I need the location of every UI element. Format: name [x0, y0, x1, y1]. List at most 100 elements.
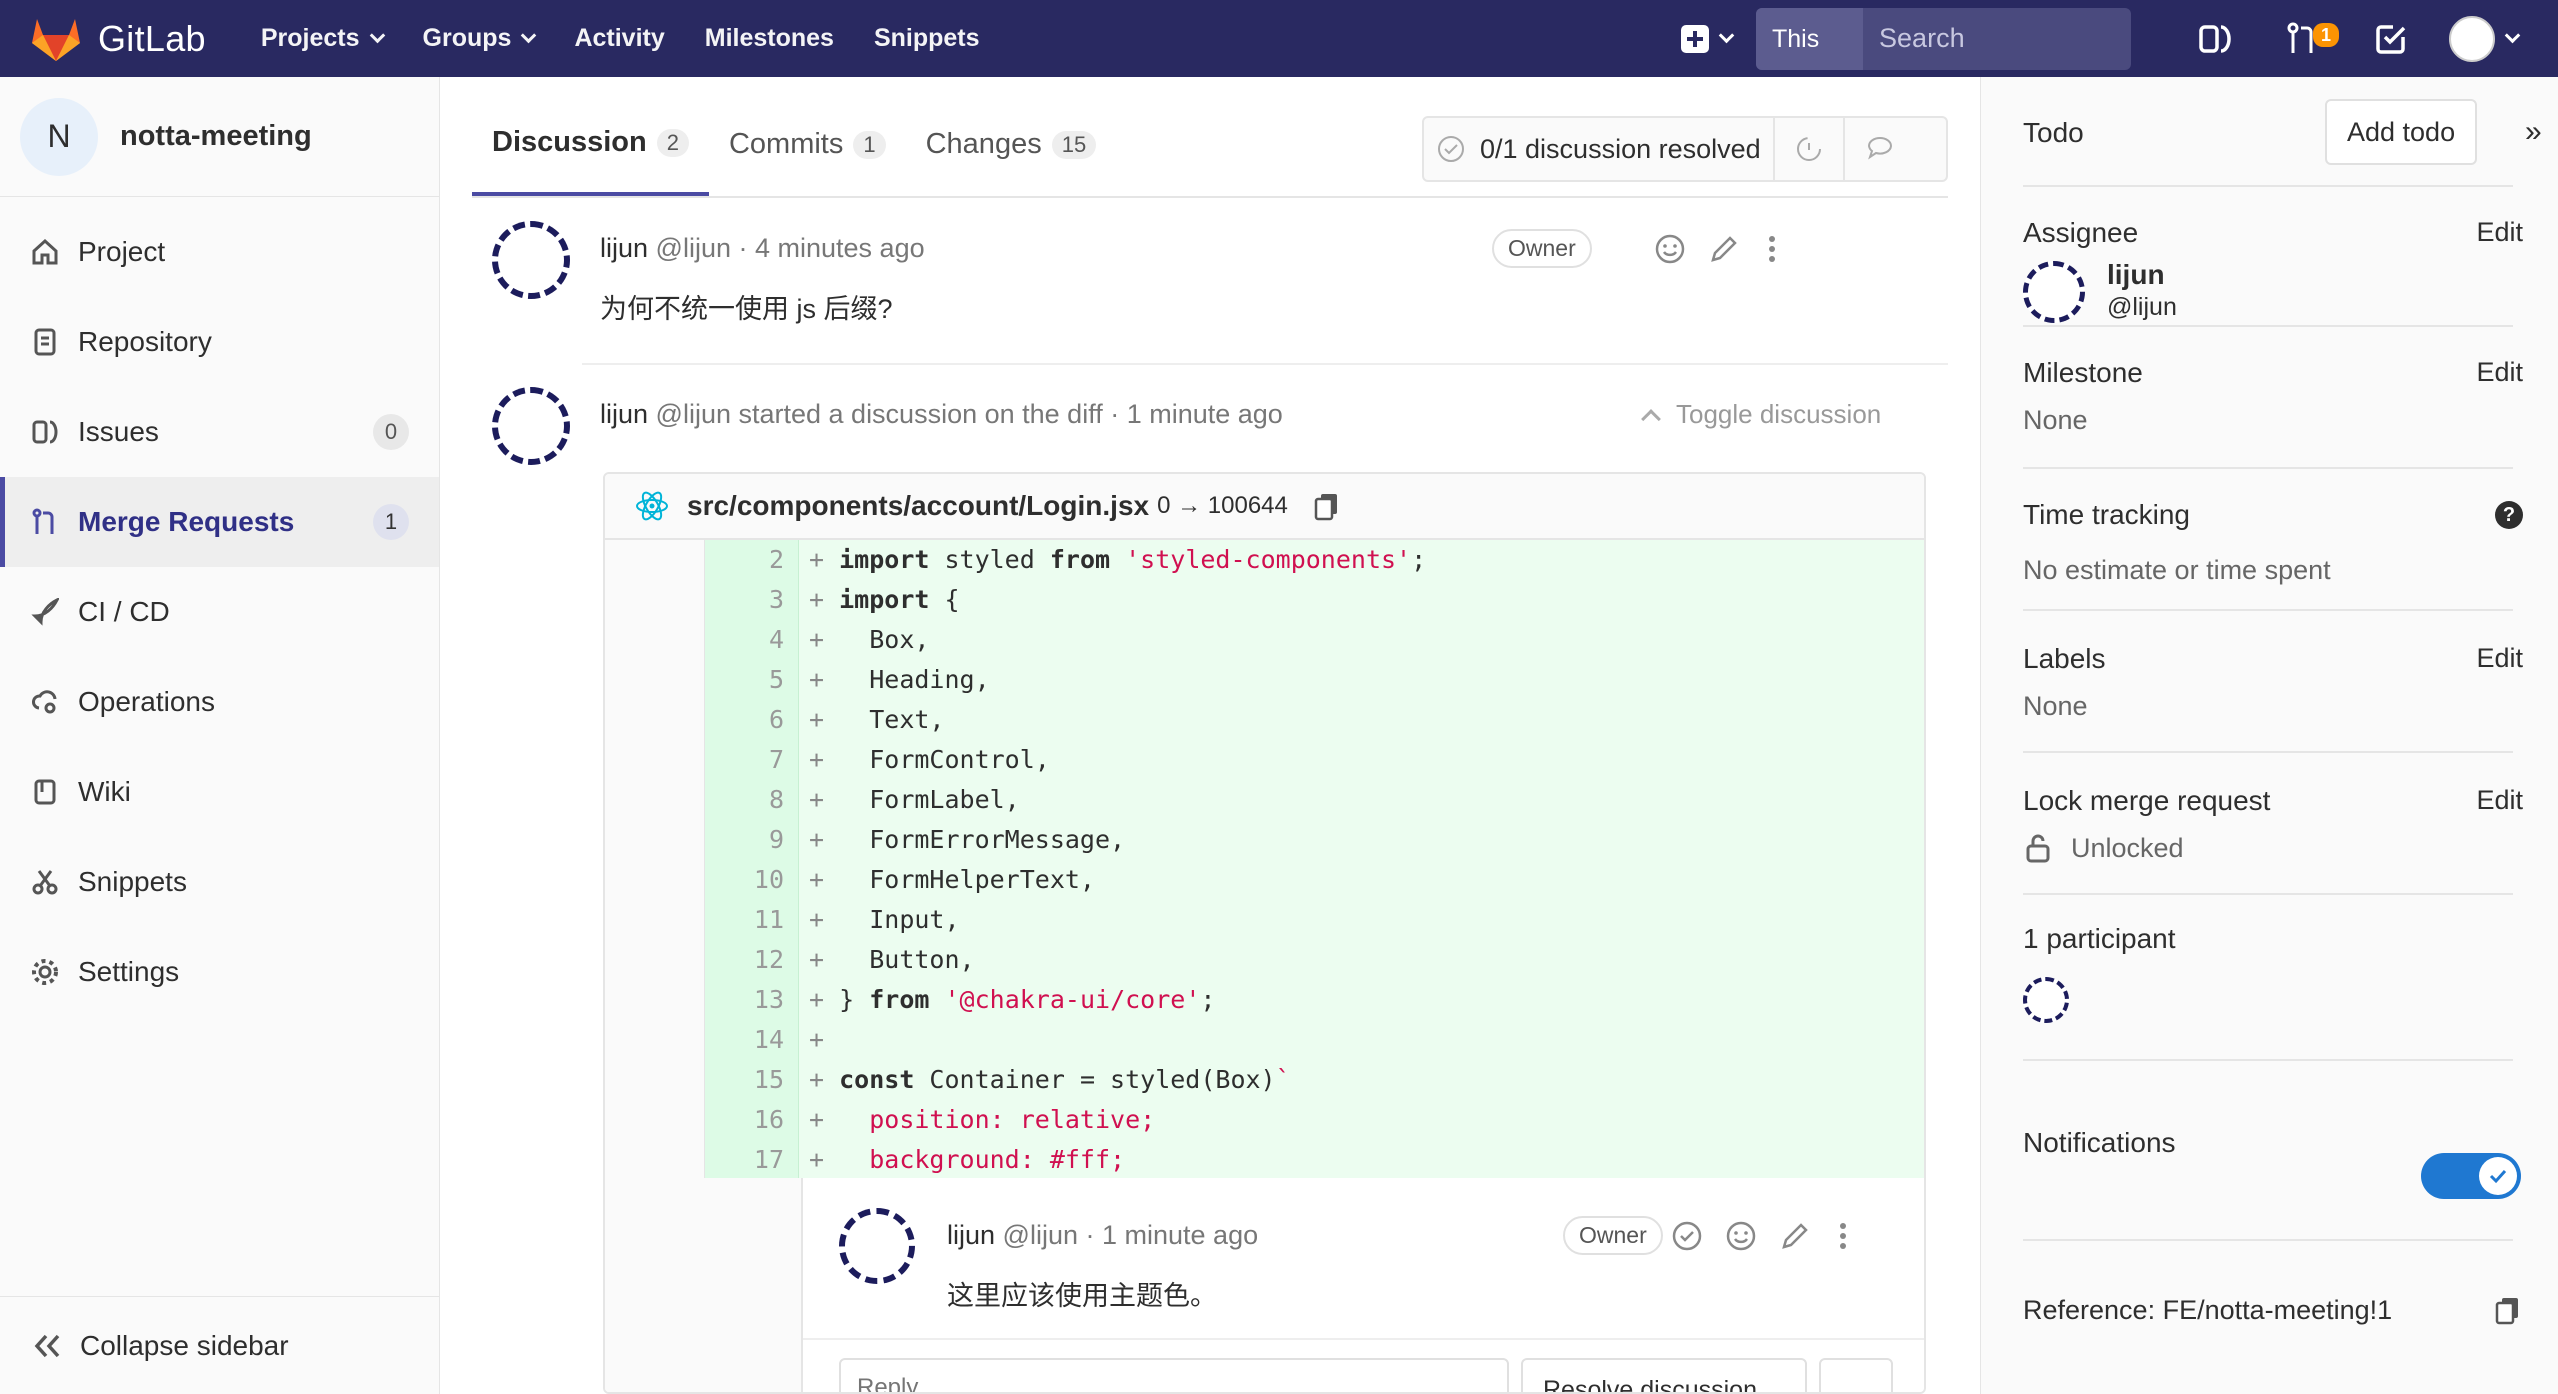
- sidebar-item-ci-cd[interactable]: CI / CD: [0, 567, 439, 657]
- note-author-name[interactable]: lijun: [600, 399, 648, 429]
- labels-edit-link[interactable]: Edit: [2476, 643, 2523, 674]
- tab-changes[interactable]: Changes 15: [906, 93, 1117, 196]
- todos-nav-button[interactable]: [2373, 21, 2409, 57]
- project-header[interactable]: N notta-meeting: [0, 77, 439, 197]
- new-line-number[interactable]: 9: [705, 820, 799, 860]
- diff-line: 5 + Heading,: [605, 660, 1924, 700]
- nav-milestones[interactable]: Milestones: [705, 24, 834, 53]
- note-author-name[interactable]: lijun: [600, 233, 648, 263]
- more-actions-icon[interactable]: [1756, 233, 1788, 265]
- new-line-number[interactable]: 12: [705, 940, 799, 980]
- note-time[interactable]: · 4 minutes ago: [739, 233, 925, 263]
- old-line-number[interactable]: [605, 980, 705, 1020]
- milestone-edit-link[interactable]: Edit: [2476, 357, 2523, 388]
- old-line-number[interactable]: [605, 580, 705, 620]
- avatar[interactable]: [839, 1208, 915, 1284]
- copy-icon[interactable]: [1312, 491, 1342, 521]
- sidebar-item-repository[interactable]: Repository: [0, 297, 439, 387]
- note-author-handle[interactable]: @lijun: [656, 233, 731, 263]
- notifications-toggle[interactable]: [2421, 1153, 2521, 1199]
- emoji-icon[interactable]: [1725, 1220, 1757, 1252]
- nav-snippets[interactable]: Snippets: [874, 24, 980, 53]
- toggle-discussion-button[interactable]: Toggle discussion: [1641, 399, 1881, 430]
- question-icon[interactable]: ?: [2495, 501, 2523, 529]
- old-line-number[interactable]: [605, 620, 705, 660]
- assignee-edit-link[interactable]: Edit: [2476, 217, 2523, 248]
- avatar[interactable]: [492, 221, 570, 299]
- note-author-name[interactable]: lijun: [947, 1220, 995, 1250]
- lock-edit-link[interactable]: Edit: [2476, 785, 2523, 816]
- emoji-icon[interactable]: [1654, 233, 1686, 265]
- sidebar-item-snippets[interactable]: Snippets: [0, 837, 439, 927]
- new-line-number[interactable]: 15: [705, 1060, 799, 1100]
- sidebar-item-wiki[interactable]: Wiki: [0, 747, 439, 837]
- old-line-number[interactable]: [605, 820, 705, 860]
- new-line-number[interactable]: 11: [705, 900, 799, 940]
- new-line-number[interactable]: 10: [705, 860, 799, 900]
- new-line-number[interactable]: 5: [705, 660, 799, 700]
- new-line-number[interactable]: 8: [705, 780, 799, 820]
- old-line-number[interactable]: [605, 540, 705, 580]
- gitlab-logo[interactable]: GitLab: [30, 15, 206, 63]
- nav-groups[interactable]: Groups: [423, 24, 537, 53]
- more-actions-icon[interactable]: [1827, 1220, 1859, 1252]
- old-line-number[interactable]: [605, 660, 705, 700]
- old-line-number[interactable]: [605, 1020, 705, 1060]
- new-line-number[interactable]: 7: [705, 740, 799, 780]
- old-line-number[interactable]: [605, 1100, 705, 1140]
- old-line-number[interactable]: [605, 700, 705, 740]
- new-issue-discussions-button[interactable]: [1845, 118, 1915, 180]
- nav-projects[interactable]: Projects: [261, 24, 385, 53]
- new-line-number[interactable]: 16: [705, 1100, 799, 1140]
- diff-file-name[interactable]: src/components/account/Login.jsx: [687, 490, 1149, 522]
- user-menu[interactable]: [2449, 15, 2521, 62]
- pencil-icon[interactable]: [1708, 233, 1740, 265]
- participants-title: 1 participant: [2023, 923, 2176, 954]
- tab-commits[interactable]: Commits 1: [709, 93, 906, 196]
- tab-discussion[interactable]: Discussion 2: [472, 93, 709, 196]
- diff-line: 15 + const Container = styled(Box)`: [605, 1060, 1924, 1100]
- resolve-check-icon[interactable]: [1671, 1220, 1703, 1252]
- resolve-discussion-button[interactable]: Resolve discussion: [1521, 1358, 1807, 1392]
- sidebar-item-operations[interactable]: Operations: [0, 657, 439, 747]
- old-line-number[interactable]: [605, 740, 705, 780]
- sidebar-item-merge-requests[interactable]: Merge Requests 1: [0, 477, 439, 567]
- sidebar-item-settings[interactable]: Settings: [0, 927, 439, 1017]
- note-author-handle[interactable]: @lijun: [1003, 1220, 1078, 1250]
- new-line-number[interactable]: 3: [705, 580, 799, 620]
- new-line-number[interactable]: 17: [705, 1140, 799, 1180]
- merge-requests-nav-button[interactable]: 1: [2285, 21, 2340, 57]
- avatar[interactable]: [492, 387, 570, 465]
- resolve-to-issue-button[interactable]: [1819, 1358, 1893, 1392]
- sidebar-item-project[interactable]: Project: [0, 207, 439, 297]
- new-line-number[interactable]: 6: [705, 700, 799, 740]
- sidebar-item-issues[interactable]: Issues 0: [0, 387, 439, 477]
- expand-sidebar-icon[interactable]: »: [2525, 115, 2542, 149]
- pencil-icon[interactable]: [1779, 1220, 1811, 1252]
- search-scope[interactable]: This project: [1756, 7, 1864, 115]
- old-line-number[interactable]: [605, 1060, 705, 1100]
- old-line-number[interactable]: [605, 860, 705, 900]
- old-line-number[interactable]: [605, 900, 705, 940]
- copy-icon[interactable]: [2493, 1295, 2523, 1325]
- old-line-number[interactable]: [605, 1140, 705, 1180]
- nav-activity[interactable]: Activity: [574, 24, 664, 53]
- new-line-number[interactable]: 13: [705, 980, 799, 1020]
- old-line-number[interactable]: [605, 780, 705, 820]
- note-divider: [582, 363, 1948, 365]
- assignee-name[interactable]: lijun: [2107, 259, 2165, 291]
- reply-input[interactable]: [839, 1358, 1509, 1392]
- avatar[interactable]: [2023, 261, 2085, 323]
- search-input[interactable]: [1863, 23, 2234, 54]
- new-line-number[interactable]: 2: [705, 540, 799, 580]
- new-dropdown-button[interactable]: [1681, 24, 1735, 53]
- old-line-number[interactable]: [605, 940, 705, 980]
- add-todo-button[interactable]: Add todo: [2325, 99, 2478, 165]
- jump-unresolved-button[interactable]: [1775, 118, 1845, 180]
- new-line-number[interactable]: 4: [705, 620, 799, 660]
- new-line-number[interactable]: 14: [705, 1020, 799, 1060]
- issues-nav-button[interactable]: [2197, 21, 2233, 57]
- note-time[interactable]: · 1 minute ago: [1086, 1220, 1259, 1250]
- collapse-sidebar-button[interactable]: Collapse sidebar: [0, 1296, 439, 1394]
- avatar[interactable]: [2023, 977, 2069, 1023]
